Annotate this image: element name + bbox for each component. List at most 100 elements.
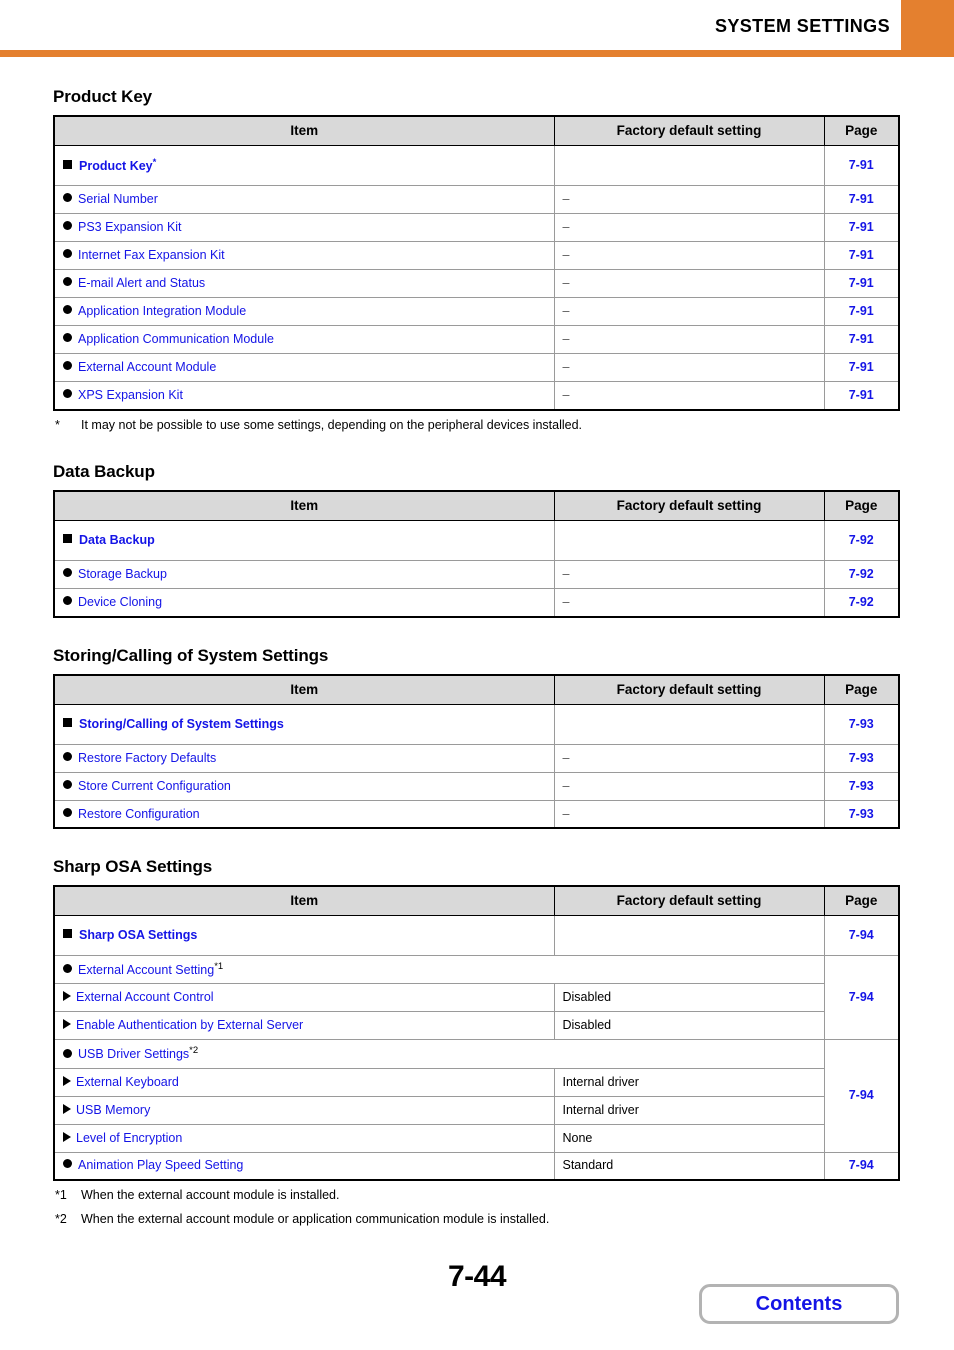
table-row: Storing/Calling of System Settings 7-93: [54, 703, 899, 745]
setting-item-link[interactable]: Storing/Calling of System Settings: [79, 717, 284, 731]
page-reference-link[interactable]: 7-94: [849, 1158, 874, 1172]
page-reference-link[interactable]: 7-91: [849, 192, 874, 206]
footnote-marker: *1: [214, 961, 224, 973]
page-reference-cell[interactable]: 7-91: [823, 269, 899, 298]
column-header-item: Item: [54, 491, 555, 522]
page-reference-cell[interactable]: 7-92: [823, 560, 899, 590]
page-reference-link[interactable]: 7-92: [849, 533, 874, 547]
page-reference-cell[interactable]: 7-93: [823, 703, 899, 745]
setting-item-cell: External Account Module: [54, 353, 555, 382]
page-reference-link[interactable]: 7-93: [849, 717, 874, 731]
page-reference-link[interactable]: 7-91: [849, 276, 874, 290]
circle-bullet-icon: [63, 807, 72, 817]
circle-bullet-icon: [63, 964, 72, 974]
factory-default-value: Internal driver: [562, 1074, 639, 1089]
setting-item-cell: Enable Authentication by External Server: [54, 1011, 555, 1041]
page-reference-link[interactable]: 7-91: [849, 332, 874, 346]
setting-item-link[interactable]: USB Driver Settings: [78, 1048, 189, 1062]
page-reference-cell[interactable]: 7-92: [823, 588, 899, 617]
setting-item-link[interactable]: XPS Expansion Kit: [78, 388, 183, 402]
setting-item-link[interactable]: USB Memory: [76, 1103, 150, 1117]
page-reference-cell[interactable]: 7-91: [823, 353, 899, 382]
page-reference-cell[interactable]: 7-94: [823, 955, 899, 1041]
page-reference-link[interactable]: 7-92: [849, 567, 874, 581]
page-reference-link[interactable]: 7-94: [849, 990, 874, 1004]
table-row: Serial Number – 7-91: [54, 185, 899, 214]
setting-item-link[interactable]: Storage Backup: [78, 567, 167, 581]
factory-default-cell: [553, 915, 825, 957]
circle-bullet-icon: [63, 221, 72, 230]
factory-default-value: Disabled: [562, 1018, 612, 1033]
section-heading: Sharp OSA Settings: [53, 857, 213, 877]
setting-item-link[interactable]: Level of Encryption: [76, 1131, 182, 1145]
setting-item-link[interactable]: Device Cloning: [78, 595, 162, 609]
setting-item-cell: External Account Setting*1: [54, 955, 825, 985]
setting-item-link[interactable]: Application Integration Module: [78, 304, 246, 318]
setting-item-link[interactable]: E-mail Alert and Status: [78, 276, 205, 290]
page-reference-link[interactable]: 7-91: [849, 158, 874, 172]
setting-item-link[interactable]: External Keyboard: [76, 1075, 179, 1089]
page-reference-cell[interactable]: 7-91: [823, 185, 899, 214]
page-reference-cell[interactable]: 7-94: [823, 915, 899, 957]
column-header-page: Page: [823, 674, 899, 705]
setting-item-link[interactable]: Sharp OSA Settings: [79, 928, 197, 942]
setting-item-cell: Level of Encryption: [54, 1123, 555, 1153]
factory-default-value: –: [562, 750, 570, 765]
page-reference-cell[interactable]: 7-92: [823, 520, 899, 562]
circle-bullet-icon: [63, 249, 72, 258]
setting-item-link[interactable]: External Account Module: [78, 360, 216, 374]
table-row: Application Integration Module – 7-91: [54, 297, 899, 326]
setting-item-cell: Internet Fax Expansion Kit: [54, 241, 555, 270]
page-reference-cell[interactable]: 7-94: [823, 1039, 899, 1153]
page-reference-cell[interactable]: 7-91: [823, 145, 899, 186]
table-row: USB Memory Internal driver: [54, 1095, 899, 1125]
setting-item-link[interactable]: Product Key: [79, 159, 153, 173]
factory-default-cell: Disabled: [553, 983, 825, 1013]
factory-default-value: –: [562, 360, 570, 374]
page-reference-cell[interactable]: 7-91: [823, 381, 899, 410]
setting-item-link[interactable]: Animation Play Speed Setting: [78, 1158, 243, 1172]
page-reference-link[interactable]: 7-91: [849, 360, 874, 374]
page-reference-link[interactable]: 7-93: [849, 779, 874, 793]
page-reference-link[interactable]: 7-93: [849, 751, 874, 765]
column-header-item: Item: [54, 674, 555, 705]
page-reference-link[interactable]: 7-93: [849, 807, 874, 821]
setting-item-link[interactable]: Application Communication Module: [78, 332, 274, 346]
setting-item-cell: Application Communication Module: [54, 325, 555, 354]
page-reference-link[interactable]: 7-94: [849, 928, 874, 942]
setting-item-link[interactable]: Serial Number: [78, 192, 158, 206]
setting-item-link[interactable]: Enable Authentication by External Server: [76, 1018, 303, 1032]
setting-item-link[interactable]: Data Backup: [79, 533, 155, 547]
page-reference-cell[interactable]: 7-93: [823, 799, 899, 829]
table-row: Store Current Configuration – 7-93: [54, 771, 899, 801]
setting-item-link[interactable]: Restore Configuration: [78, 807, 200, 821]
setting-item-link[interactable]: Store Current Configuration: [78, 779, 231, 793]
setting-item-link[interactable]: External Account Control: [76, 990, 214, 1004]
setting-item-link[interactable]: Restore Factory Defaults: [78, 751, 216, 765]
factory-default-cell: –: [553, 743, 825, 773]
page-reference-cell[interactable]: 7-94: [823, 1151, 899, 1181]
page-reference-cell[interactable]: 7-91: [823, 213, 899, 242]
page-reference-cell[interactable]: 7-91: [823, 297, 899, 326]
page-reference-cell[interactable]: 7-93: [823, 743, 899, 773]
factory-default-cell: –: [553, 771, 825, 801]
triangle-bullet-icon: [63, 1019, 71, 1030]
page-reference-link[interactable]: 7-91: [849, 388, 874, 402]
setting-item-cell: Animation Play Speed Setting: [54, 1151, 555, 1181]
page-reference-link[interactable]: 7-91: [849, 304, 874, 318]
page-reference-link[interactable]: 7-91: [849, 220, 874, 234]
setting-item-link[interactable]: Internet Fax Expansion Kit: [78, 248, 225, 262]
page-reference-link[interactable]: 7-91: [849, 248, 874, 262]
table-row: Restore Factory Defaults – 7-93: [54, 743, 899, 773]
circle-bullet-icon: [63, 596, 72, 605]
setting-item-link[interactable]: PS3 Expansion Kit: [78, 220, 182, 234]
column-header-page: Page: [823, 886, 899, 917]
factory-default-cell: [553, 145, 825, 186]
page-reference-link[interactable]: 7-92: [849, 595, 874, 609]
page-reference-cell[interactable]: 7-93: [823, 771, 899, 801]
page-reference-link[interactable]: 7-94: [849, 1088, 874, 1102]
page-reference-cell[interactable]: 7-91: [823, 325, 899, 354]
contents-button[interactable]: Contents: [699, 1284, 899, 1324]
page-reference-cell[interactable]: 7-91: [823, 241, 899, 270]
setting-item-link[interactable]: External Account Setting: [78, 963, 214, 977]
